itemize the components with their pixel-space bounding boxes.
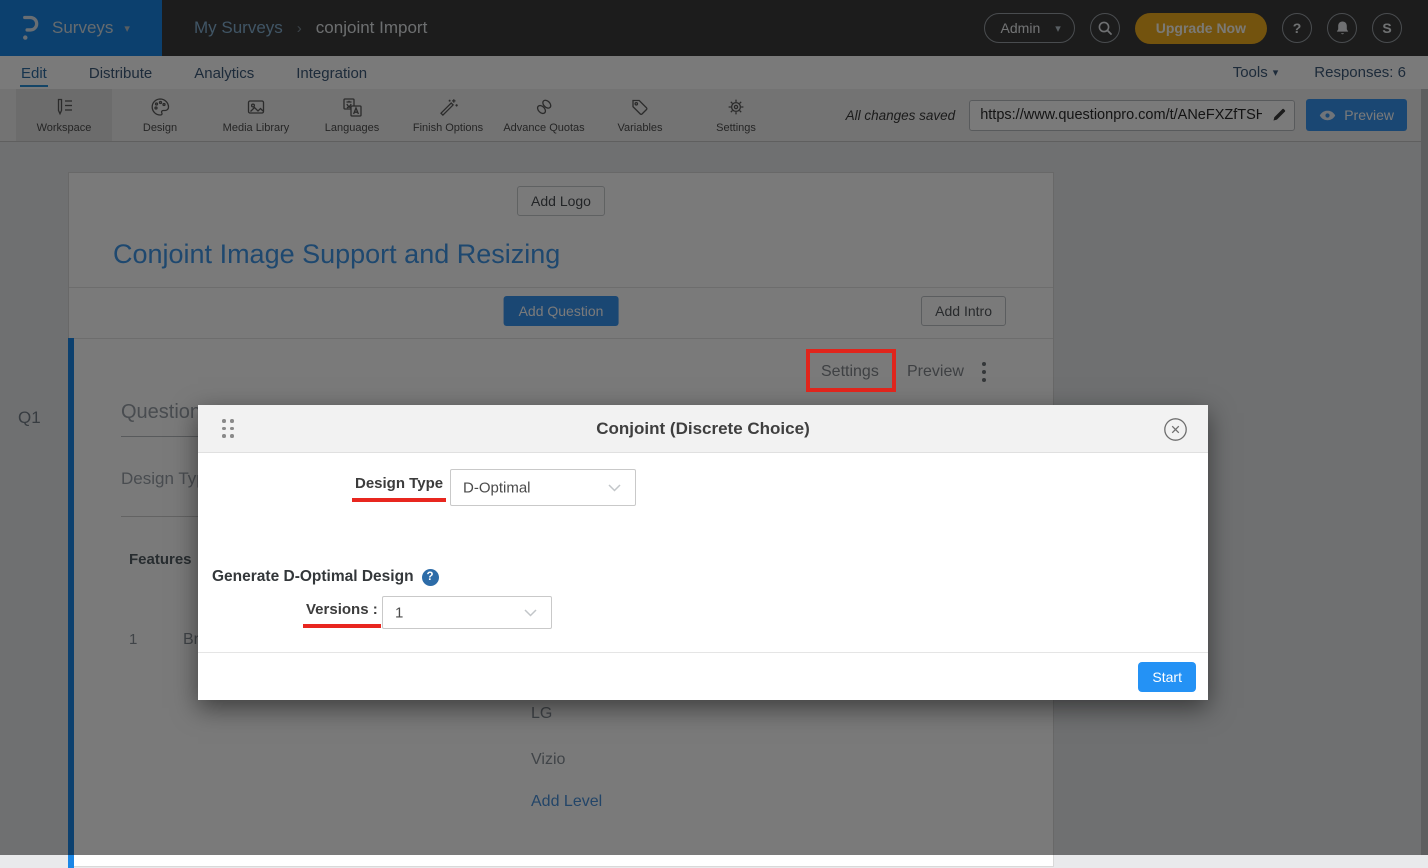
modal-body: Design Type D-Optimal Generate D-Optimal… (198, 453, 1208, 652)
start-button[interactable]: Start (1138, 662, 1196, 692)
drag-handle-icon[interactable] (222, 419, 234, 438)
design-type-label: Design Type (352, 475, 446, 502)
modal-footer: Start (198, 652, 1208, 700)
versions-value: 1 (395, 604, 403, 621)
chevron-down-icon (608, 484, 621, 492)
versions-label: Versions : (303, 601, 381, 628)
close-icon[interactable] (1163, 417, 1188, 442)
generate-heading-text: Generate D-Optimal Design (212, 568, 414, 586)
design-type-select[interactable]: D-Optimal (450, 469, 636, 506)
help-icon[interactable]: ? (422, 569, 439, 586)
generate-design-heading: Generate D-Optimal Design ? (212, 568, 439, 586)
conjoint-settings-modal: Conjoint (Discrete Choice) Design Type D… (198, 405, 1208, 700)
chevron-down-icon (524, 609, 537, 617)
modal-header: Conjoint (Discrete Choice) (198, 405, 1208, 453)
versions-select[interactable]: 1 (382, 596, 552, 629)
modal-title: Conjoint (Discrete Choice) (596, 419, 809, 439)
design-type-value: D-Optimal (463, 479, 531, 496)
